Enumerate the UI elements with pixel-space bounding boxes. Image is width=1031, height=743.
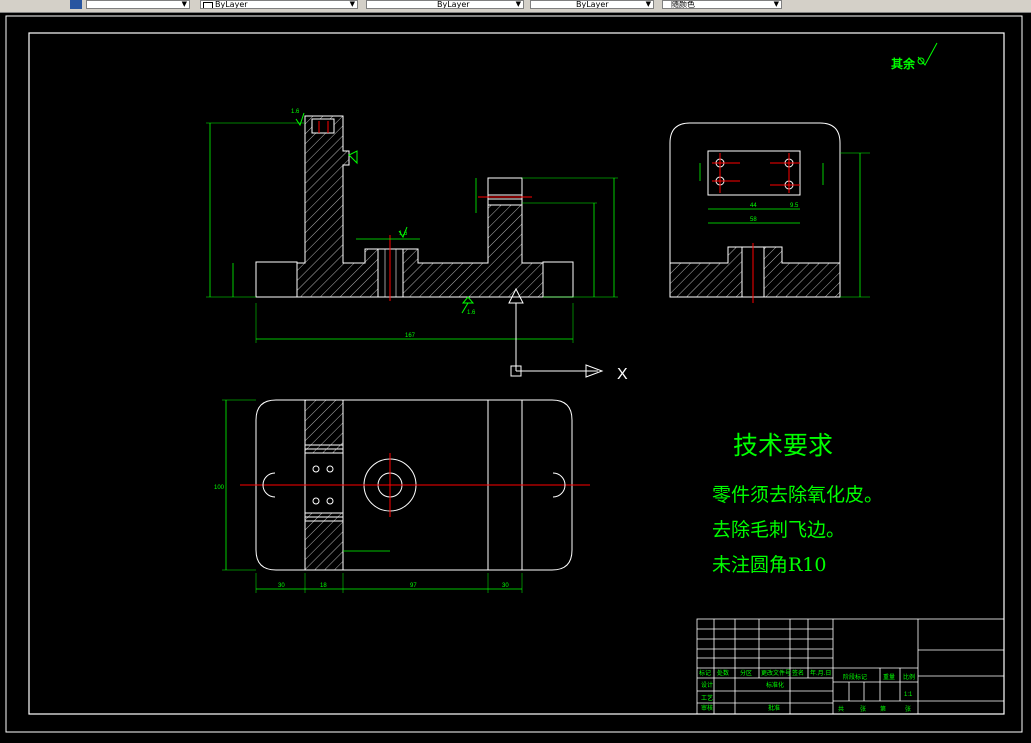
svg-text:1.6: 1.6 xyxy=(399,231,408,237)
drawing-canvas[interactable]: 其余 167 1.6 1.6 1.6 X 44 58 9.5 100 30 18… xyxy=(0,13,1031,738)
inner-frame xyxy=(28,32,1005,715)
layer-dropdown[interactable]: ▼ xyxy=(86,0,190,9)
svg-text:第: 第 xyxy=(880,705,886,713)
drawing-svg[interactable]: 其余 167 1.6 1.6 1.6 X 44 58 9.5 100 30 18… xyxy=(0,13,1031,738)
technical-requirements: 技术要求 零件须去除氧化皮。 去除毛刺飞边。 未注圆角R10 xyxy=(712,431,883,576)
tech-title: 技术要求 xyxy=(733,431,833,460)
roughness-symbol-icon xyxy=(917,42,938,66)
svg-text:工艺: 工艺 xyxy=(701,694,713,702)
chevron-down-icon: ▼ xyxy=(349,0,355,8)
svg-text:阶段标记: 阶段标记 xyxy=(843,673,867,681)
svg-text:167: 167 xyxy=(405,333,416,339)
svg-text:处数: 处数 xyxy=(717,669,729,677)
svg-text:比例: 比例 xyxy=(903,673,915,681)
svg-text:共: 共 xyxy=(838,705,844,713)
tech-item-2: 去除毛刺飞边。 xyxy=(712,519,845,541)
svg-text:30: 30 xyxy=(278,583,285,589)
title-block xyxy=(696,618,1005,715)
svg-text:分区: 分区 xyxy=(740,669,752,677)
svg-text:张: 张 xyxy=(860,705,866,713)
svg-text:签名: 签名 xyxy=(792,669,804,677)
top-view: 100 30 18 97 30 xyxy=(214,399,590,593)
svg-text:张: 张 xyxy=(905,705,911,713)
linetype-dropdown[interactable]: ByLayer ▼ xyxy=(366,0,524,9)
svg-text:审核: 审核 xyxy=(701,704,713,712)
tech-item-3: 未注圆角R10 xyxy=(712,554,826,576)
svg-text:100: 100 xyxy=(214,485,225,491)
svg-text:30: 30 xyxy=(502,583,509,589)
front-section-view: 167 1.6 1.6 1.6 xyxy=(206,109,618,343)
svg-text:更改文件号: 更改文件号 xyxy=(761,669,791,677)
ucs-icon: X xyxy=(508,287,628,383)
svg-text:重量: 重量 xyxy=(883,673,895,681)
svg-text:1.6: 1.6 xyxy=(467,310,476,316)
properties-toolbar: ▼ ByLayer ▼ ByLayer ▼ ByLayer ▼ 随颜色 ▼ xyxy=(0,0,1031,13)
svg-text:标记: 标记 xyxy=(699,669,711,677)
tech-item-1: 零件须去除氧化皮。 xyxy=(712,484,883,506)
outer-frame xyxy=(5,15,1023,733)
svg-text:批准: 批准 xyxy=(768,704,780,712)
svg-text:年.月.日: 年.月.日 xyxy=(810,669,831,677)
svg-text:1.6: 1.6 xyxy=(291,109,300,115)
color-swatch-icon xyxy=(203,2,213,8)
color-dropdown[interactable]: ByLayer ▼ xyxy=(200,0,358,9)
svg-text:标准化: 标准化 xyxy=(766,681,784,689)
lineweight-dropdown[interactable]: ByLayer ▼ xyxy=(530,0,654,9)
chevron-down-icon: ▼ xyxy=(645,0,651,8)
svg-text:18: 18 xyxy=(320,583,327,589)
svg-text:设计: 设计 xyxy=(701,681,713,689)
chevron-down-icon: ▼ xyxy=(515,0,521,8)
roughness-note: 其余 xyxy=(891,56,916,71)
plotstyle-dropdown[interactable]: 随颜色 ▼ xyxy=(662,0,782,9)
ucs-x-label: X xyxy=(617,366,628,383)
svg-text:9.5: 9.5 xyxy=(790,203,799,209)
side-view: 44 58 9.5 xyxy=(669,122,870,303)
svg-text:1:1: 1:1 xyxy=(904,692,913,698)
svg-text:58: 58 xyxy=(750,217,757,223)
chevron-down-icon: ▼ xyxy=(181,0,187,8)
svg-text:44: 44 xyxy=(750,203,757,209)
svg-text:97: 97 xyxy=(410,583,417,589)
layer-state-icon[interactable] xyxy=(70,0,82,9)
chevron-down-icon: ▼ xyxy=(773,0,779,8)
